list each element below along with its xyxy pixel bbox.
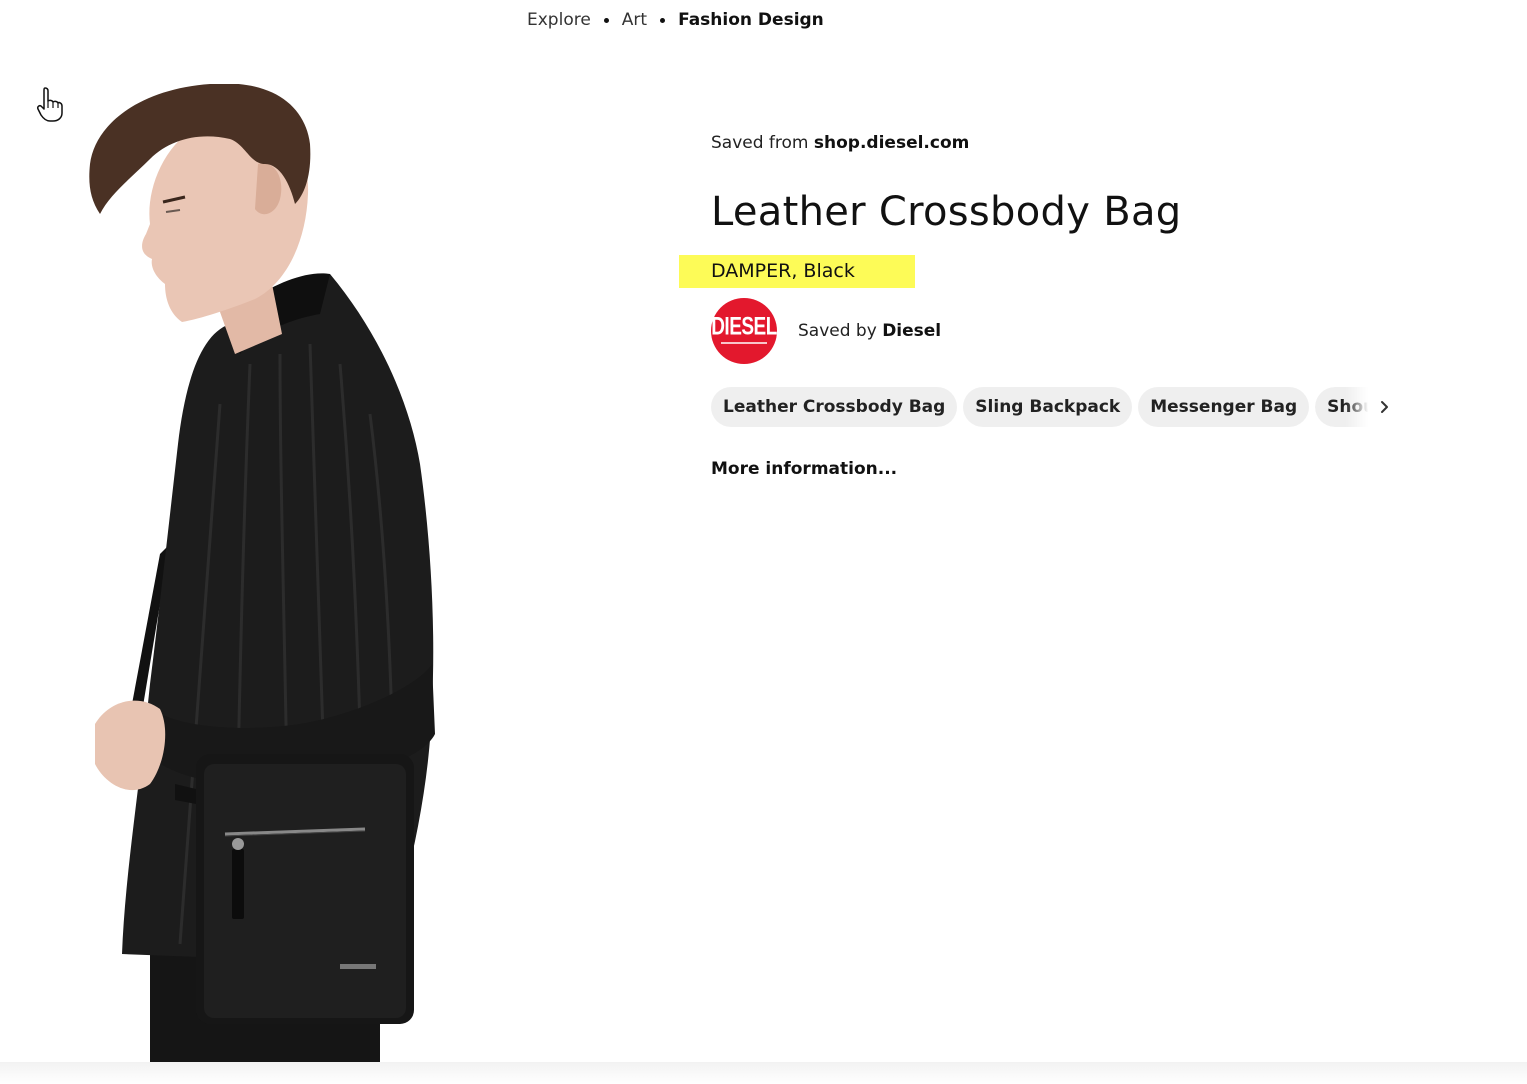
breadcrumb-explore[interactable]: Explore xyxy=(527,10,591,30)
tag-messenger-bag[interactable]: Messenger Bag xyxy=(1138,387,1310,427)
tag-leather-crossbody-bag[interactable]: Leather Crossbody Bag xyxy=(711,387,958,427)
related-tags: Leather Crossbody Bag Sling Backpack Mes… xyxy=(711,387,1391,427)
pin-image[interactable] xyxy=(0,84,560,1068)
saved-from: Saved from shop.diesel.com xyxy=(711,133,1431,161)
breadcrumb-separator xyxy=(603,17,609,23)
saved-from-link[interactable]: shop.diesel.com xyxy=(814,133,969,153)
tag-shoulder[interactable]: Shoulder S xyxy=(1315,387,1371,427)
pin-title: Leather Crossbody Bag xyxy=(711,189,1182,235)
pin-details: Saved from shop.diesel.com Leather Cross… xyxy=(679,130,1431,479)
chevron-right-icon xyxy=(1381,401,1388,413)
pin-page: Explore Art Fashion Design Saved from sh… xyxy=(0,0,1527,1084)
breadcrumb-separator xyxy=(660,17,666,23)
product-photo xyxy=(89,84,435,1068)
saved-by: DIESEL Saved by Diesel xyxy=(711,297,1431,365)
tag-sling-backpack[interactable]: Sling Backpack xyxy=(963,387,1133,427)
saved-from-prefix: Saved from xyxy=(711,133,809,153)
pin-subtitle: DAMPER, Black xyxy=(711,260,855,282)
bottom-divider xyxy=(0,1062,1527,1084)
saved-by-user-link[interactable]: Diesel xyxy=(882,321,941,341)
breadcrumb: Explore Art Fashion Design xyxy=(527,10,824,30)
avatar[interactable]: DIESEL xyxy=(711,298,777,364)
pin-description: DAMPER, Black xyxy=(679,255,1431,289)
breadcrumb-art[interactable]: Art xyxy=(622,10,647,30)
breadcrumb-fashion-design[interactable]: Fashion Design xyxy=(678,10,824,30)
avatar-tagline xyxy=(721,342,767,344)
hand-pointer-icon xyxy=(37,87,63,122)
saved-by-text: Saved by Diesel xyxy=(798,321,941,341)
more-information-link[interactable]: More information... xyxy=(711,459,1431,479)
saved-by-prefix: Saved by xyxy=(798,321,877,341)
avatar-logo: DIESEL xyxy=(711,313,777,341)
tags-next-button[interactable] xyxy=(1377,395,1391,419)
